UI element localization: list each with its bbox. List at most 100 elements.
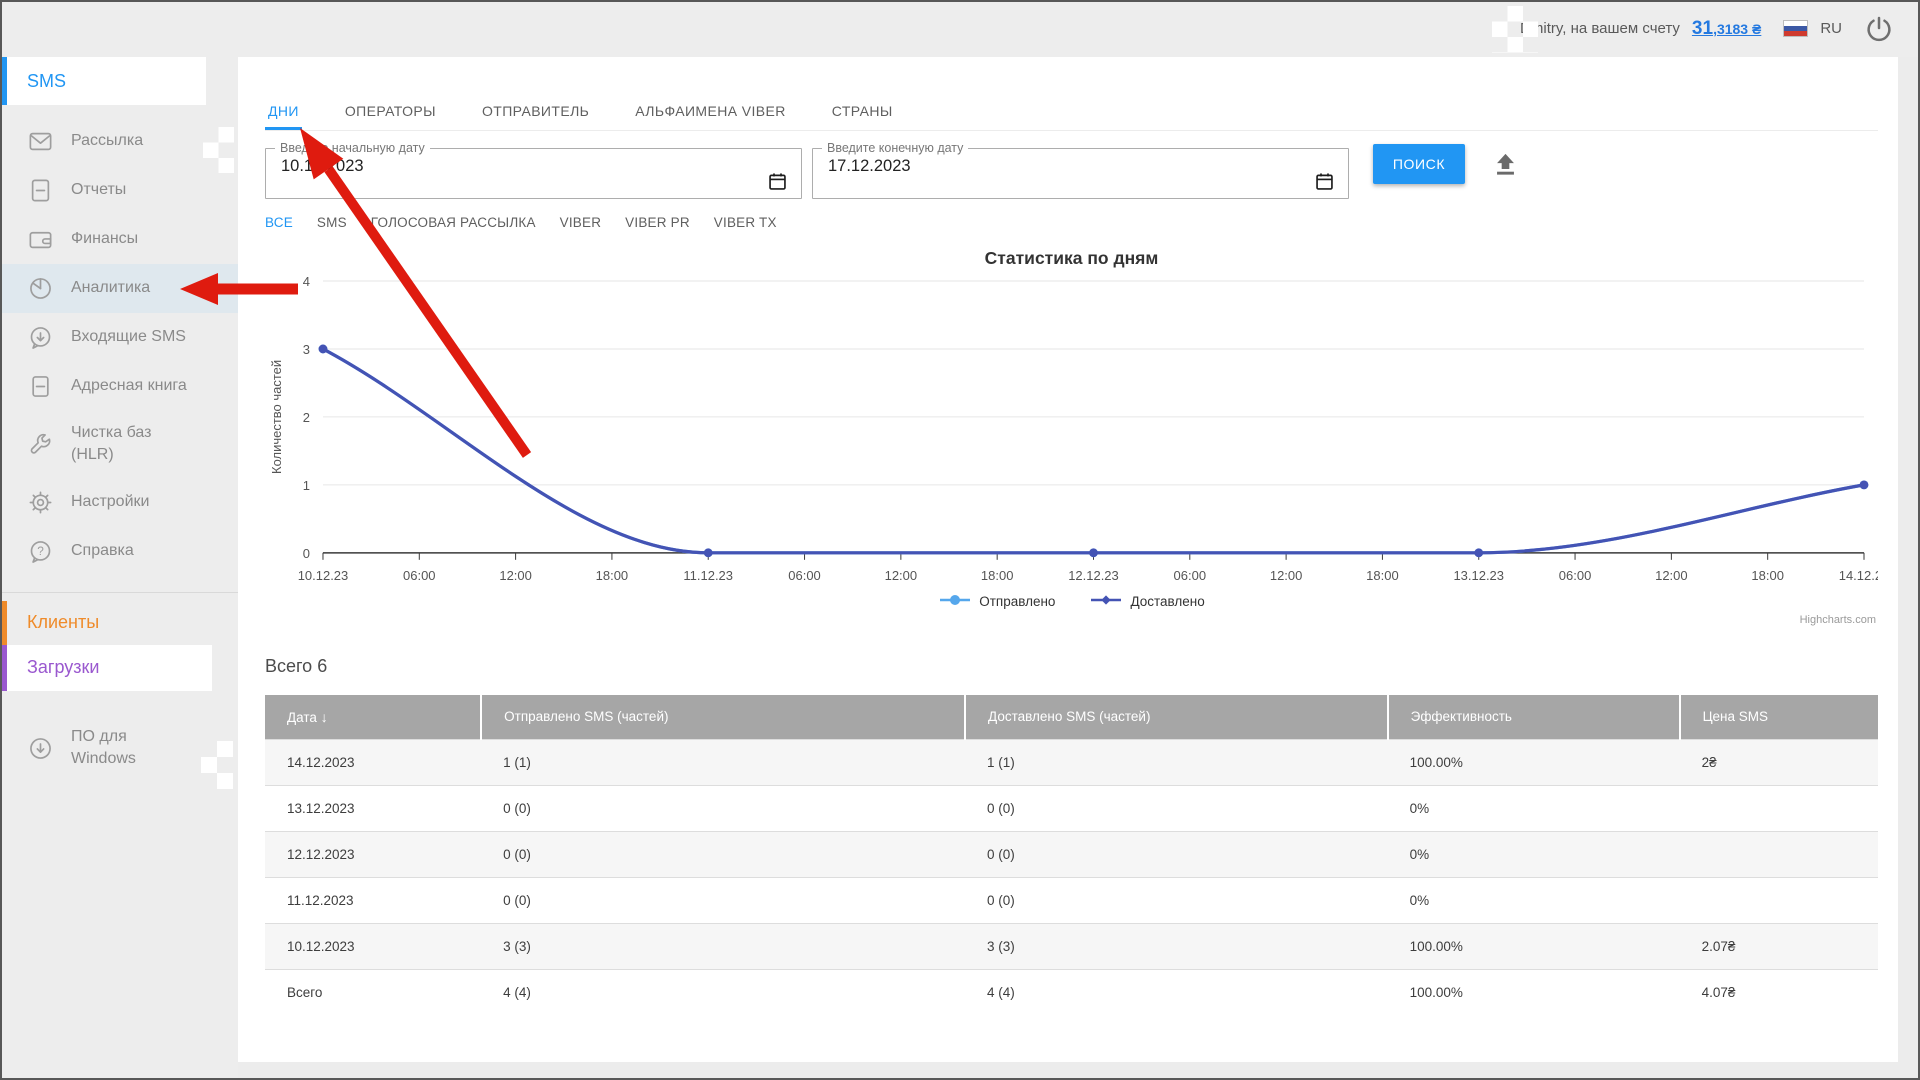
balance-link[interactable]: 31,3183 ₴	[1692, 18, 1761, 40]
sidebar-item-label: Справка	[71, 542, 134, 560]
sidebar-section-sms-label: SMS	[27, 70, 67, 91]
column-header-1[interactable]: Дата ↓	[265, 694, 483, 740]
calendar-icon[interactable]	[767, 171, 788, 197]
table-row: 13.12.2023 0 (0) 0 (0) 0%	[265, 784, 1878, 832]
table-cell: 3 (3)	[965, 922, 1388, 970]
column-header-4[interactable]: Эффективность	[1387, 694, 1681, 740]
balance-main: 31	[1691, 17, 1714, 39]
column-header-2[interactable]: Отправлено SMS (частей)	[481, 694, 967, 740]
russian-flag-icon[interactable]	[1783, 20, 1809, 37]
sidebar-item-otchety[interactable]: Отчеты	[0, 166, 238, 215]
channel-tab-viber[interactable]: VIBER	[560, 215, 602, 230]
tab-альфаимена-viber[interactable]: АЛЬФАИМЕНА VIBER	[632, 101, 789, 130]
svg-text:18:00: 18:00	[1751, 568, 1784, 583]
sidebar-item-chistka-baz-hlr[interactable]: Чистка баз (HLR)	[0, 411, 238, 478]
sidebar-item-vhodyashchie-sms[interactable]: Входящие SMS	[0, 313, 238, 362]
column-header-label: Отправлено SMS (частей)	[504, 709, 669, 725]
table-cell: 0 (0)	[965, 830, 1388, 878]
sidebar-divider	[0, 591, 238, 593]
tab-дни[interactable]: ДНИ	[265, 101, 302, 130]
sidebar-item-label: Аналитика	[71, 279, 151, 297]
svg-text:06:00: 06:00	[1174, 568, 1207, 583]
main-panel: ДНИ ОПЕРАТОРЫ ОТПРАВИТЕЛЬ АЛЬФАИМЕНА VIBER С…	[238, 57, 1898, 1062]
document-icon	[27, 177, 54, 204]
sidebar-section-sms[interactable]: SMS	[0, 57, 206, 105]
table-cell: 100.00%	[1387, 968, 1680, 1015]
logout-power-icon[interactable]	[1864, 14, 1894, 44]
svg-text:06:00: 06:00	[1559, 568, 1592, 583]
table-cell: 4.07₴	[1679, 968, 1878, 1015]
table-cell: 10.12.2023	[265, 922, 482, 970]
column-header-3[interactable]: Доставлено SMS (частей)	[965, 694, 1389, 740]
channel-tab-sms[interactable]: SMS	[317, 215, 347, 230]
table-cell: 13.12.2023	[265, 784, 482, 832]
pixel-decoration	[1492, 6, 1538, 53]
sidebar-item-label: Настройки	[71, 493, 150, 511]
svg-text:3: 3	[303, 342, 310, 357]
svg-text:12.12.23: 12.12.23	[1068, 568, 1119, 583]
sidebar-item-adresnaya-kniga[interactable]: Адресная книга	[0, 362, 238, 411]
table-cell	[1679, 784, 1878, 832]
svg-text:18:00: 18:00	[981, 568, 1013, 583]
tab-отправитель[interactable]: ОТПРАВИТЕЛЬ	[479, 101, 592, 130]
start-date-input[interactable]	[266, 155, 716, 176]
end-date-field[interactable]: Введите конечную дату	[812, 141, 1349, 199]
svg-text:06:00: 06:00	[403, 568, 436, 583]
column-header-label: Эффективность	[1410, 709, 1512, 725]
table-cell: 11.12.2023	[265, 876, 482, 924]
table-row: 14.12.2023 1 (1) 1 (1) 100.00% 2₴	[265, 738, 1878, 786]
language-label[interactable]: RU	[1820, 20, 1842, 37]
table-cell: 14.12.2023	[265, 738, 482, 786]
table-cell: 0%	[1387, 830, 1680, 878]
start-date-field[interactable]: Введите начальную дату	[265, 141, 802, 199]
calendar-icon[interactable]	[1314, 171, 1335, 197]
sidebar-item-nastroyki[interactable]: Настройки	[0, 478, 238, 527]
table-cell: 0 (0)	[481, 784, 966, 832]
download-circle-icon	[27, 735, 54, 762]
sidebar-section-clients[interactable]: Клиенты	[0, 600, 238, 645]
end-date-input[interactable]	[813, 155, 1263, 176]
table-cell: Всего	[265, 968, 482, 1015]
sidebar-section-downloads[interactable]: Загрузки	[0, 644, 212, 691]
table-cell: 100.00%	[1387, 922, 1680, 970]
channel-tab-голосовая-рассылка[interactable]: ГОЛОСОВАЯ РАССЫЛКА	[371, 215, 536, 230]
channel-tab-viber-tx[interactable]: VIBER TX	[714, 215, 777, 230]
end-date-label: Введите конечную дату	[827, 141, 964, 155]
table-row: 10.12.2023 3 (3) 3 (3) 100.00% 2.07₴	[265, 922, 1878, 970]
sidebar-menu: Рассылка Отчеты Финансы Аналитика Входящие S…	[0, 117, 238, 576]
address-book-icon	[27, 373, 54, 400]
search-button[interactable]: ПОИСК	[1373, 144, 1465, 184]
sidebar-item-finansy[interactable]: Финансы	[0, 215, 238, 264]
table-cell: 1 (1)	[481, 738, 966, 786]
channel-tab-все[interactable]: ВСЕ	[265, 215, 293, 230]
table-cell: 1 (1)	[965, 738, 1388, 786]
sidebar-item-analitika[interactable]: Аналитика	[0, 264, 238, 313]
column-header-5[interactable]: Цена SMS	[1679, 694, 1878, 740]
sidebar-item-spravka[interactable]: ? Справка	[0, 527, 238, 576]
tab-операторы[interactable]: ОПЕРАТОРЫ	[342, 101, 439, 130]
line-chart: 0 1 2 3 4 10.12.23 06:00 12:00 18:00 11.12.23 06:0…	[269, 274, 1878, 583]
table-cell: 0 (0)	[481, 830, 966, 878]
svg-text:11.12.23: 11.12.23	[683, 568, 733, 583]
svg-text:0: 0	[303, 546, 310, 561]
circle-marker-icon	[938, 593, 972, 610]
sidebar-item-label: Адресная книга	[71, 377, 187, 395]
table-row: 12.12.2023 0 (0) 0 (0) 0%	[265, 830, 1878, 878]
tab-страны[interactable]: СТРАНЫ	[829, 101, 896, 130]
balance-fraction: ,3183 ₴	[1713, 20, 1762, 37]
table-cell: 3 (3)	[481, 922, 966, 970]
channel-tab-viber-pr[interactable]: VIBER PR	[625, 215, 690, 230]
legend-item-доставлено[interactable]: Доставлено	[1089, 593, 1205, 610]
svg-text:12:00: 12:00	[499, 568, 532, 583]
column-header-label: Доставлено SMS (частей)	[988, 709, 1151, 725]
legend-item-отправлено[interactable]: Отправлено	[938, 593, 1055, 610]
svg-text:18:00: 18:00	[596, 568, 629, 583]
table-row: 11.12.2023 0 (0) 0 (0) 0%	[265, 876, 1878, 924]
svg-text:12:00: 12:00	[885, 568, 918, 583]
svg-text:18:00: 18:00	[1366, 568, 1399, 583]
sidebar-section-clients-label: Клиенты	[27, 612, 100, 633]
export-upload-icon[interactable]	[1492, 151, 1519, 181]
svg-text:10.12.23: 10.12.23	[298, 568, 349, 583]
table-cell	[1679, 876, 1878, 924]
table-cell: 0%	[1387, 784, 1680, 832]
